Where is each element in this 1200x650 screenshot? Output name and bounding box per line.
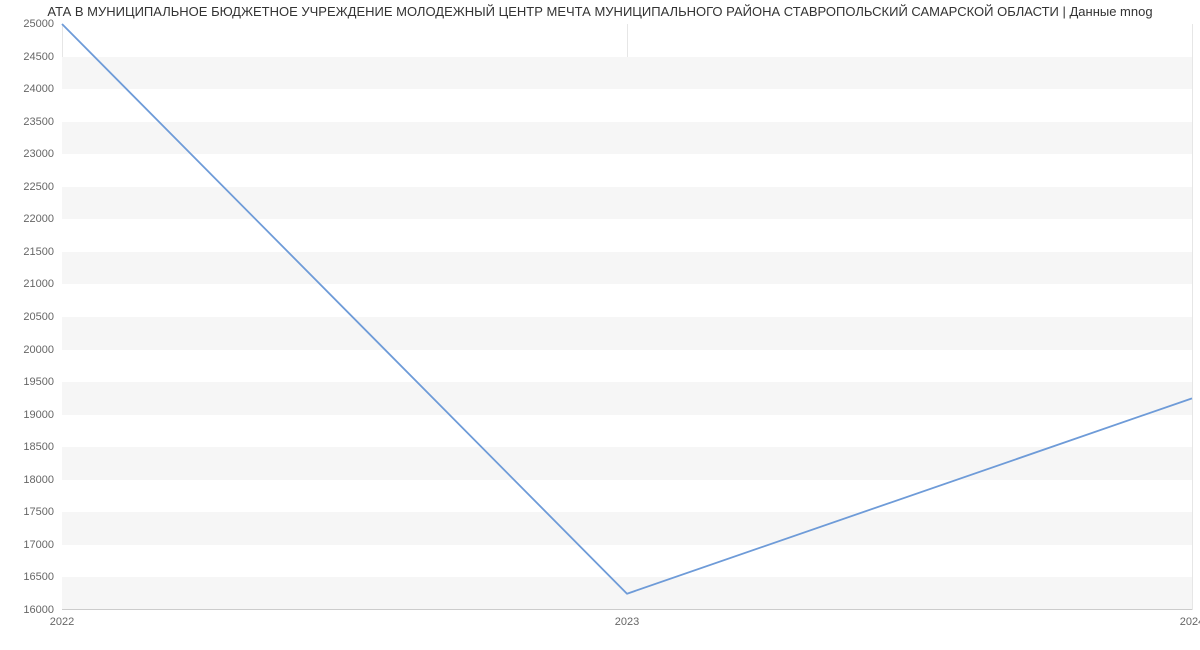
y-tick-label: 18500 (23, 441, 62, 453)
chart-container: 1600016500170001750018000185001900019500… (0, 0, 1200, 650)
y-tick-label: 22000 (23, 213, 62, 225)
x-tick-label: 2023 (615, 610, 639, 628)
y-tick-label: 19000 (23, 409, 62, 421)
y-tick-label: 16500 (23, 571, 62, 583)
y-tick-label: 25000 (23, 18, 62, 30)
y-tick-label: 21000 (23, 278, 62, 290)
y-tick-label: 22500 (23, 181, 62, 193)
y-tick-label: 21500 (23, 246, 62, 258)
x-tick-label: 2022 (50, 610, 74, 628)
y-tick-label: 24500 (23, 51, 62, 63)
y-tick-label: 17000 (23, 539, 62, 551)
x-tick-label: 2024 (1180, 610, 1200, 628)
plot-area: 1600016500170001750018000185001900019500… (62, 24, 1192, 610)
y-tick-label: 17500 (23, 506, 62, 518)
y-tick-label: 20000 (23, 344, 62, 356)
line-series (62, 24, 1192, 610)
x-axis-line (62, 609, 1192, 610)
y-tick-label: 18000 (23, 474, 62, 486)
y-tick-label: 23500 (23, 116, 62, 128)
data-line (62, 24, 1192, 594)
y-tick-label: 19500 (23, 376, 62, 388)
y-tick-label: 23000 (23, 148, 62, 160)
y-tick-label: 20500 (23, 311, 62, 323)
y-tick-label: 24000 (23, 83, 62, 95)
